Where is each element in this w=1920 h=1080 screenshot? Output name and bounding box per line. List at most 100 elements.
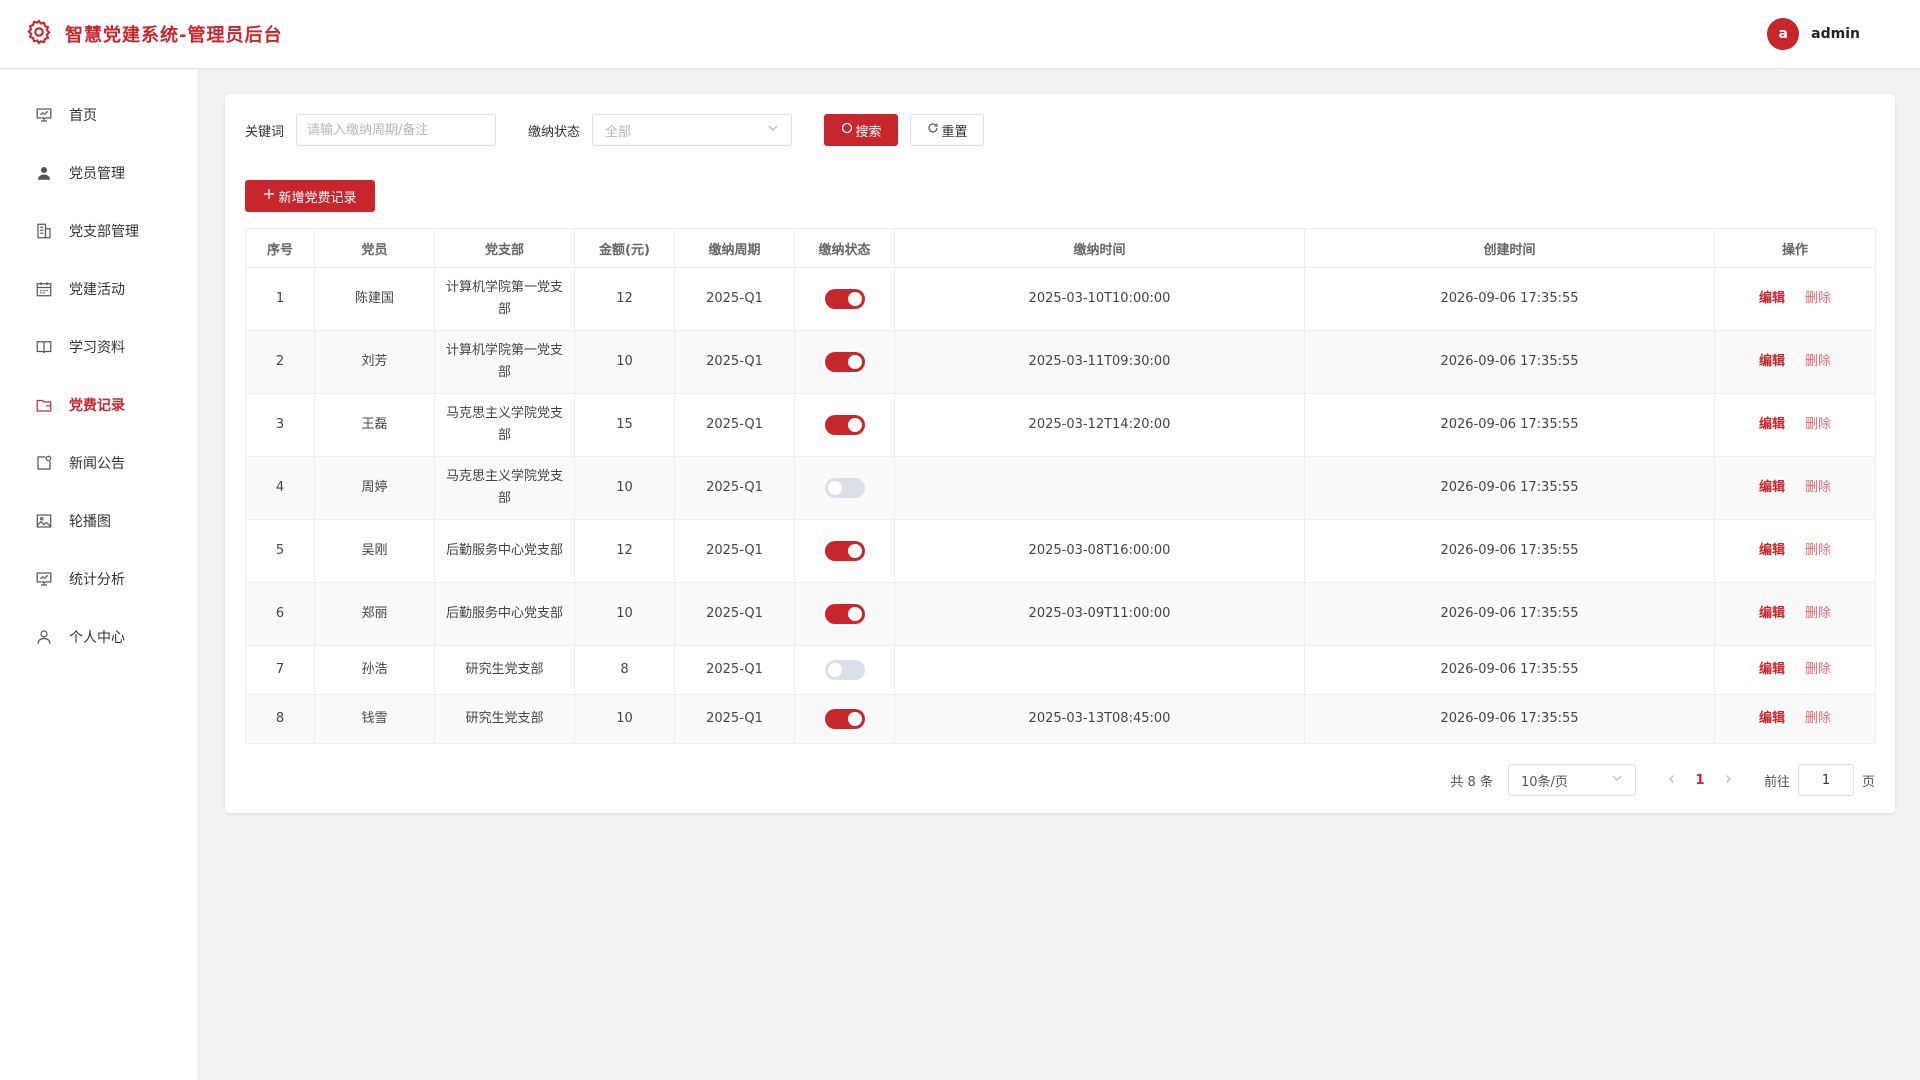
sidebar-item-branches[interactable]: 党支部管理: [0, 202, 198, 260]
action-row: 新增党费记录: [245, 180, 1875, 212]
column-header[interactable]: 金额(元): [574, 228, 675, 268]
building-icon: [35, 222, 53, 240]
sidebar-item-label: 党费记录: [69, 398, 125, 414]
search-button-label: 搜索: [855, 124, 882, 140]
book-icon: [35, 338, 53, 356]
sidebar-item-activities[interactable]: 党建活动: [0, 260, 198, 318]
cell-branch: 马克思主义学院党支部: [434, 456, 575, 520]
delete-button[interactable]: 删除: [1805, 288, 1831, 310]
top-header: 智慧党建系统-管理员后台 a admin: [0, 0, 1920, 69]
table-row: 2 刘芳 计算机学院第一党支部 10 2025-Q1 2025-03-11T09:30:0…: [245, 330, 1876, 394]
prev-page-button[interactable]: [1660, 773, 1684, 788]
sidebar-item-materials[interactable]: 学习资料: [0, 318, 198, 376]
cell-period: 2025-Q1: [674, 519, 795, 583]
reset-button[interactable]: 重置: [910, 114, 985, 146]
cell-paid-time: [894, 645, 1305, 695]
page-number[interactable]: 1: [1684, 773, 1716, 788]
cell-status: [794, 456, 895, 520]
person-icon: [35, 628, 53, 646]
page-size-select[interactable]: 10条/页: [1507, 764, 1636, 796]
cell-created-time: 2026-09-06 17:35:55: [1304, 456, 1715, 520]
delete-button[interactable]: 删除: [1805, 540, 1831, 562]
cell-amount: 8: [574, 645, 675, 695]
status-select[interactable]: 全部: [592, 114, 793, 146]
cell-created-time: 2026-09-06 17:35:55: [1304, 582, 1715, 646]
chart-icon: [35, 570, 53, 588]
delete-button[interactable]: 删除: [1805, 477, 1831, 499]
sidebar-item-statistics[interactable]: 统计分析: [0, 550, 198, 608]
goto-page-input[interactable]: [1797, 764, 1854, 796]
edit-button[interactable]: 编辑: [1759, 414, 1785, 436]
edit-button[interactable]: 编辑: [1759, 351, 1785, 373]
delete-button[interactable]: 删除: [1805, 414, 1831, 436]
paid-status-toggle[interactable]: [824, 540, 865, 561]
sidebar-item-label: 新闻公告: [69, 456, 125, 472]
delete-button[interactable]: 删除: [1805, 603, 1831, 625]
sidebar-item-home[interactable]: 首页: [0, 86, 198, 144]
cell-branch: 计算机学院第一党支部: [434, 267, 575, 331]
column-header[interactable]: 操作: [1714, 228, 1876, 268]
cell-period: 2025-Q1: [674, 645, 795, 695]
column-header[interactable]: 缴纳周期: [674, 228, 795, 268]
edit-button[interactable]: 编辑: [1759, 708, 1785, 730]
sidebar-item-profile[interactable]: 个人中心: [0, 608, 198, 666]
search-button[interactable]: 搜索: [824, 114, 899, 146]
gear-icon: [25, 18, 53, 50]
sidebar-item-dues[interactable]: 党费记录: [0, 376, 198, 434]
news-icon: [35, 454, 53, 472]
cell-member: 周婷: [314, 456, 435, 520]
edit-button[interactable]: 编辑: [1759, 288, 1785, 310]
edit-button[interactable]: 编辑: [1759, 659, 1785, 681]
column-header[interactable]: 党员: [314, 228, 435, 268]
cell-actions: 编辑 删除: [1714, 330, 1876, 394]
cell-status: [794, 267, 895, 331]
cell-index: 6: [245, 582, 315, 646]
paid-status-toggle[interactable]: [824, 477, 865, 498]
cell-period: 2025-Q1: [674, 267, 795, 331]
paid-status-toggle[interactable]: [824, 708, 865, 729]
toggle-knob: [847, 291, 862, 306]
table-row: 6 郑丽 后勤服务中心党支部 10 2025-Q1 2025-03-09T11:00:00…: [245, 582, 1876, 646]
paid-status-toggle[interactable]: [824, 659, 865, 680]
keyword-input[interactable]: [296, 114, 497, 146]
plus-icon: [263, 188, 275, 204]
add-dues-record-button[interactable]: 新增党费记录: [245, 180, 375, 212]
paid-status-toggle[interactable]: [824, 603, 865, 624]
username[interactable]: admin: [1811, 26, 1860, 42]
cell-actions: 编辑 删除: [1714, 582, 1876, 646]
column-header[interactable]: 创建时间: [1304, 228, 1715, 268]
delete-button[interactable]: 删除: [1805, 659, 1831, 681]
page-size-value: 10条/页: [1520, 774, 1568, 790]
edit-button[interactable]: 编辑: [1759, 603, 1785, 625]
cell-period: 2025-Q1: [674, 330, 795, 394]
paid-status-toggle[interactable]: [824, 351, 865, 372]
delete-button[interactable]: 删除: [1805, 351, 1831, 373]
main-card: 关键词 缴纳状态 全部 搜索 重置 新增党费记录 序号 党员 党: [225, 94, 1895, 813]
column-header[interactable]: 序号: [245, 228, 315, 268]
cell-status: [794, 582, 895, 646]
paid-status-toggle[interactable]: [824, 414, 865, 435]
sidebar-item-label: 党员管理: [69, 166, 125, 182]
user-menu[interactable]: a admin: [1767, 18, 1860, 50]
table-row: 7 孙浩 研究生党支部 8 2025-Q1 2026-09-06 17:35:55 编辑 删除: [245, 645, 1876, 695]
sidebar-item-members[interactable]: 党员管理: [0, 144, 198, 202]
avatar[interactable]: a: [1767, 18, 1800, 50]
cell-amount: 12: [574, 267, 675, 331]
column-header[interactable]: 党支部: [434, 228, 575, 268]
edit-button[interactable]: 编辑: [1759, 477, 1785, 499]
cell-index: 4: [245, 456, 315, 520]
sidebar-item-carousel[interactable]: 轮播图: [0, 492, 198, 550]
table-row: 3 王磊 马克思主义学院党支部 15 2025-Q1 2025-03-12T14:20:0…: [245, 393, 1876, 457]
delete-button[interactable]: 删除: [1805, 708, 1831, 730]
cell-created-time: 2026-09-06 17:35:55: [1304, 330, 1715, 394]
toggle-knob: [827, 480, 842, 495]
sidebar-item-news[interactable]: 新闻公告: [0, 434, 198, 492]
edit-button[interactable]: 编辑: [1759, 540, 1785, 562]
column-header[interactable]: 缴纳状态: [794, 228, 895, 268]
cell-member: 孙浩: [314, 645, 435, 695]
sidebar-item-label: 统计分析: [69, 572, 125, 588]
column-header[interactable]: 缴纳时间: [894, 228, 1305, 268]
chevron-left-icon: [1669, 774, 1674, 783]
paid-status-toggle[interactable]: [824, 288, 865, 309]
next-page-button[interactable]: [1716, 773, 1740, 788]
